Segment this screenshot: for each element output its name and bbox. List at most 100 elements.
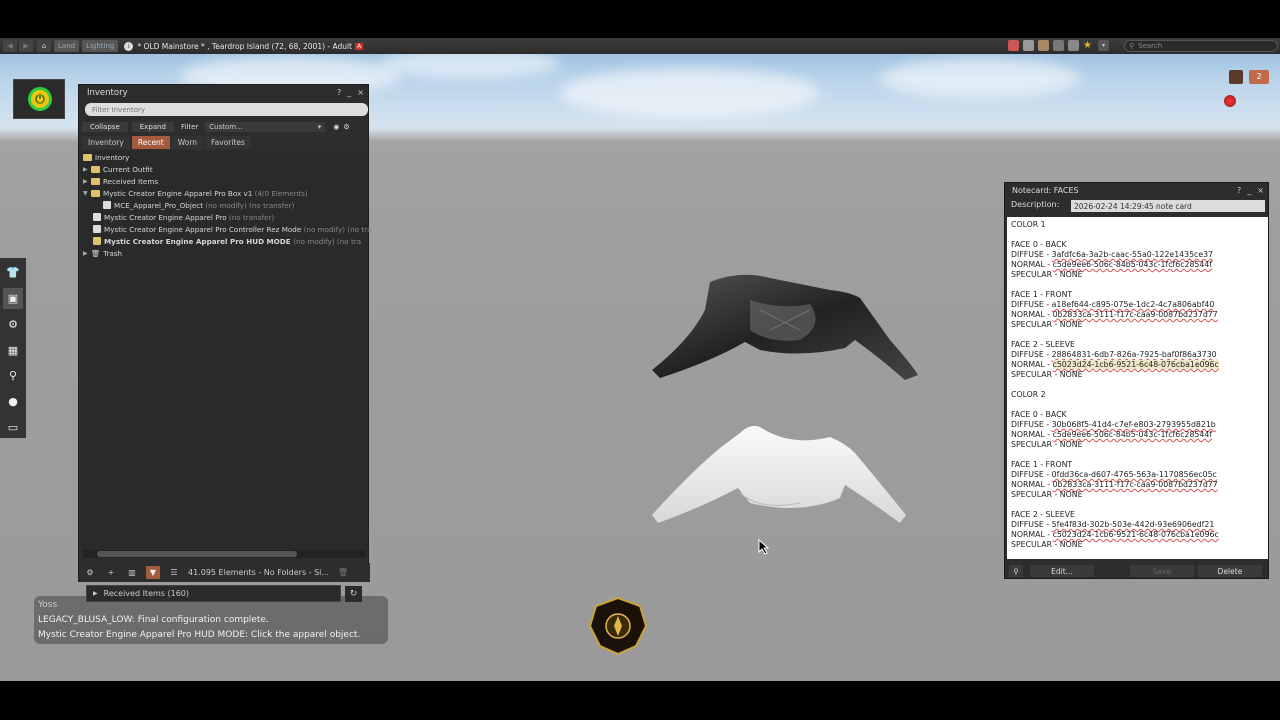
- help-icon[interactable]: ?: [337, 88, 341, 97]
- tree-item-received-items[interactable]: ▶ Received Items: [83, 175, 158, 187]
- gear-icon[interactable]: ⚙: [83, 566, 97, 579]
- edit-button[interactable]: Edit...: [1030, 565, 1094, 577]
- info-icon[interactable]: i: [124, 41, 134, 51]
- chevron-down-icon[interactable]: ▼: [83, 190, 91, 197]
- tree-item-current-outfit[interactable]: ▶ Current Outfit: [83, 163, 153, 175]
- delete-button[interactable]: Delete: [1198, 565, 1262, 577]
- view-toggle-icon[interactable]: ▥: [125, 566, 139, 579]
- dark-shirt-object[interactable]: [650, 270, 920, 382]
- search-input[interactable]: ⚲ Search: [1124, 40, 1278, 52]
- hud-ball-icon[interactable]: [1224, 95, 1236, 107]
- back-arrow-icon[interactable]: ◀: [3, 40, 17, 52]
- tree-item-controller[interactable]: Mystic Creator Engine Apparel Pro Contro…: [93, 223, 372, 235]
- search-icon[interactable]: ⚲: [1009, 565, 1023, 577]
- chevron-right-icon[interactable]: ▶: [83, 166, 91, 173]
- filter-icon[interactable]: ▼: [146, 566, 160, 579]
- trash-icon[interactable]: 🗑: [336, 566, 350, 579]
- chevron-right-icon[interactable]: ▶: [83, 178, 91, 185]
- received-items-bar[interactable]: ▶ Received Items (160): [86, 585, 341, 602]
- filter-dropdown[interactable]: Custom... ▾: [205, 122, 326, 132]
- chevron-right-icon[interactable]: ▶: [93, 590, 98, 597]
- collapse-button[interactable]: Collapse: [82, 122, 128, 132]
- notecard-line: FACE 2 - SLEEVE: [1011, 510, 1075, 519]
- minimize-icon[interactable]: _: [1247, 186, 1251, 195]
- tree-item-trash[interactable]: ▶ 🗑 Trash: [83, 247, 122, 259]
- home-icon[interactable]: ⌂: [37, 40, 51, 52]
- inventory-actions: Collapse Expand Filter Custom... ▾ ◉ ⚙: [82, 121, 368, 133]
- mouse-cursor-icon: [758, 539, 770, 555]
- inventory-icon[interactable]: ▣: [3, 287, 23, 310]
- close-icon[interactable]: ×: [357, 88, 364, 97]
- map-icon[interactable]: ▦: [3, 339, 23, 361]
- tree-item-box[interactable]: ▼ Mystic Creator Engine Apparel Pro Box v…: [83, 187, 308, 199]
- tab-favorites[interactable]: Favorites: [205, 136, 251, 149]
- notecard-line: [1011, 400, 1264, 410]
- notecard-line-prefix: DIFFUSE -: [1011, 300, 1052, 309]
- power-icon[interactable]: ⏻: [28, 87, 52, 111]
- scrollbar-thumb[interactable]: [97, 551, 297, 557]
- help-icon[interactable]: ?: [1237, 186, 1241, 195]
- notecard-line: DIFFUSE - 30b068f5-41d4-c7ef-e803-279395…: [1011, 420, 1264, 430]
- hud-face-icon[interactable]: [1229, 70, 1243, 84]
- list-icon[interactable]: ☰: [167, 566, 181, 579]
- places-icon[interactable]: ●: [3, 391, 23, 413]
- build-icon[interactable]: ⚙: [3, 313, 23, 335]
- tree-item-object[interactable]: MCE_Apparel_Pro_Object (no modify) (no t…: [103, 199, 294, 211]
- description-input[interactable]: 2026-02-24 14:29:45 note card: [1071, 200, 1265, 212]
- texture-uuid: 0b2833ca-3111-f17c-caa9-0087bd237d77: [1052, 480, 1218, 489]
- folder-icon: [83, 153, 92, 161]
- tab-worn[interactable]: Worn: [171, 136, 204, 149]
- refresh-icon[interactable]: ↻: [345, 586, 362, 602]
- notecard-line: NORMAL - c5023d24-1cb6-9521-6c48-076cba1…: [1011, 360, 1264, 370]
- snapshot-icon[interactable]: ▭: [3, 416, 23, 438]
- adult-rating-badge: A: [355, 42, 364, 50]
- notecard-line: COLOR 2: [1011, 390, 1046, 399]
- power-hud[interactable]: ⏻: [13, 79, 65, 119]
- notecard-line: SPECULAR - NONE: [1011, 320, 1083, 329]
- inventory-filter-input[interactable]: Filter Inventory: [85, 103, 368, 116]
- appearance-icon[interactable]: 👕: [3, 262, 23, 284]
- window-controls: ? _ ×: [1237, 186, 1264, 195]
- land-button[interactable]: Land: [54, 40, 80, 52]
- inventory-titlebar[interactable]: Inventory ? _ ×: [79, 85, 368, 100]
- chat-line: Yoss: [38, 600, 58, 610]
- notecard-line-prefix: NORMAL -: [1011, 260, 1053, 269]
- location-bar[interactable]: i * OLD Mainstore * , Teardrop Island (7…: [124, 41, 364, 51]
- notecard-titlebar[interactable]: Notecard: FACES ? _ ×: [1005, 183, 1268, 197]
- search-icon[interactable]: ⚲: [3, 365, 23, 387]
- lighting-button[interactable]: Lighting: [82, 40, 119, 52]
- favorite-star-icon[interactable]: ★: [1083, 40, 1094, 51]
- mystic-creator-emblem[interactable]: [588, 596, 648, 656]
- inventory-tabs: Inventory Recent Worn Favorites: [82, 136, 253, 149]
- inventory-bottom-bar: ⚙ + ▥ ▼ ☰ 41.095 Elements - No Folders -…: [79, 563, 370, 582]
- texture-uuid: c5de9ee6-506c-84b5-043c-1fcf6c28544f: [1052, 260, 1213, 269]
- hud-counter-badge[interactable]: 2: [1249, 70, 1269, 84]
- horizontal-scrollbar[interactable]: [83, 550, 366, 558]
- notecard-line-prefix: DIFFUSE -: [1011, 520, 1052, 529]
- landmark-menu-icon[interactable]: ▾: [1098, 40, 1109, 51]
- visibility-icon[interactable]: ◉: [333, 123, 339, 131]
- tree-item-inventory[interactable]: Inventory: [83, 151, 129, 163]
- gear-icon[interactable]: ⚙: [343, 123, 349, 131]
- inventory-window: Inventory ? _ × Filter Inventory Collaps…: [78, 84, 372, 582]
- add-icon[interactable]: +: [104, 566, 118, 579]
- notecard-text-editor[interactable]: COLOR 1 FACE 0 - BACK DIFFUSE - 3afdfc6a-3…: [1007, 217, 1268, 559]
- notecard-line: SPECULAR - NONE: [1011, 490, 1083, 499]
- expand-button[interactable]: Expand: [131, 122, 174, 132]
- tree-item-hud-mode[interactable]: Mystic Creator Engine Apparel Pro HUD MO…: [93, 235, 361, 247]
- notecard-line: COLOR 1: [1011, 220, 1046, 229]
- minimize-icon[interactable]: _: [347, 88, 351, 97]
- tab-recent[interactable]: Recent: [131, 136, 170, 149]
- texture-uuid: 28864831-6db7-826a-7925-baf0f86a3730: [1051, 350, 1217, 359]
- forward-arrow-icon[interactable]: ▶: [19, 40, 33, 52]
- notecard-window: Notecard: FACES ? _ × Description: 2026-…: [1004, 182, 1269, 579]
- tab-inventory[interactable]: Inventory: [82, 136, 130, 149]
- chevron-right-icon[interactable]: ▶: [83, 250, 91, 257]
- save-button[interactable]: Save: [1130, 565, 1194, 577]
- white-shirt-object[interactable]: [650, 423, 910, 528]
- notecard-line: [1011, 280, 1264, 290]
- tree-item-apparel-pro[interactable]: Mystic Creator Engine Apparel Pro (no tr…: [93, 211, 274, 223]
- notecard-line-prefix: DIFFUSE -: [1011, 420, 1052, 429]
- close-icon[interactable]: ×: [1257, 186, 1264, 195]
- no-fly-icon: [1023, 40, 1034, 51]
